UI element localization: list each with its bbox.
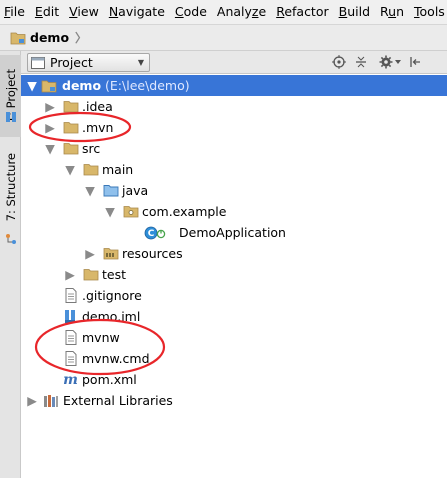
text-file-icon <box>62 287 79 304</box>
collapse-all-icon[interactable] <box>353 54 369 70</box>
menu-navigate[interactable]: Navigate <box>104 0 170 24</box>
folder-icon <box>82 266 99 283</box>
collapsed-arrow-icon[interactable]: ▶ <box>44 117 56 138</box>
breadcrumb-project[interactable]: demo 〉 <box>10 29 87 46</box>
expanded-arrow-icon[interactable]: ▼ <box>84 180 96 201</box>
project-tab-icon <box>0 107 21 127</box>
tree-item-label: DemoApplication <box>179 225 286 240</box>
tree-item-idea[interactable]: ▶ .idea <box>21 96 447 117</box>
tree-item-gitignore[interactable]: .gitignore <box>21 285 447 306</box>
project-tree: ▼ demo (E:\lee\demo) ▶ .idea ▶ .mvn ▼ sr… <box>21 74 447 478</box>
project-name: demo <box>62 78 102 93</box>
tree-item-label: pom.xml <box>82 372 137 387</box>
project-path: (E:\lee\demo) <box>101 78 190 93</box>
gear-dropdown-icon[interactable] <box>393 54 403 70</box>
folder-icon <box>82 161 99 178</box>
project-view-icon <box>31 56 45 69</box>
expanded-arrow-icon[interactable]: ▼ <box>44 138 56 159</box>
tree-item-label: .idea <box>82 99 113 114</box>
tree-item-mvnw-cmd[interactable]: mvnw.cmd <box>21 348 447 369</box>
chevron-right-icon: 〉 <box>75 31 88 45</box>
tree-item-label: .mvn <box>82 120 114 135</box>
tree-item-main[interactable]: ▼ main <box>21 159 447 180</box>
navigation-bar: demo 〉 <box>0 24 447 51</box>
tree-item-external-libraries[interactable]: ▶ External Libraries <box>21 390 447 411</box>
menu-view[interactable]: View <box>64 0 104 24</box>
structure-tab-icon <box>0 229 21 249</box>
libraries-icon <box>42 392 59 409</box>
collapsed-arrow-icon[interactable]: ▶ <box>44 96 56 117</box>
tree-item-label: External Libraries <box>63 393 173 408</box>
tree-item-resources[interactable]: ▶ resources <box>21 243 447 264</box>
tree-item-label: java <box>122 183 149 198</box>
tree-item-src[interactable]: ▼ src <box>21 138 447 159</box>
menu-run[interactable]: Run <box>375 0 409 24</box>
tree-item-label: mvnw.cmd <box>82 351 150 366</box>
tab-structure[interactable]: 7: Structure <box>0 143 21 231</box>
tree-item-label: main <box>102 162 134 177</box>
view-mode-select[interactable]: Project ▼ <box>27 53 150 72</box>
expanded-arrow-icon[interactable]: ▼ <box>64 159 76 180</box>
breadcrumb-label: demo <box>30 30 70 45</box>
tree-item-java[interactable]: ▼ java <box>21 180 447 201</box>
menu-edit[interactable]: Edit <box>30 0 64 24</box>
tree-item-label: test <box>102 267 127 282</box>
maven-icon: m <box>63 371 78 388</box>
collapsed-arrow-icon[interactable]: ▶ <box>84 243 96 264</box>
tree-item-mvnw[interactable]: mvnw <box>21 327 447 348</box>
tree-item-label: mvnw <box>82 330 120 345</box>
menu-code[interactable]: Code <box>170 0 212 24</box>
folder-icon <box>10 31 26 45</box>
tree-item-label: src <box>82 141 101 156</box>
menu-build[interactable]: Build <box>334 0 375 24</box>
tree-item-demo-iml[interactable]: demo.iml <box>21 306 447 327</box>
folder-icon <box>62 140 79 157</box>
folder-icon <box>62 98 79 115</box>
tree-item-pom-xml[interactable]: m pom.xml <box>21 369 447 390</box>
hide-panel-icon[interactable] <box>407 54 423 70</box>
tree-item-mvn[interactable]: ▶ .mvn <box>21 117 447 138</box>
tree-item-label: demo (E:\lee\demo) <box>62 75 190 96</box>
spring-boot-class-icon: C <box>144 224 166 241</box>
tree-item-label: demo.iml <box>82 309 141 324</box>
view-mode-label: Project <box>50 55 93 70</box>
tree-item-demo[interactable]: ▼ demo (E:\lee\demo) <box>21 75 447 96</box>
tree-item-label: .gitignore <box>82 288 142 303</box>
source-folder-icon <box>102 182 119 199</box>
tool-window-strip: 1: Project 7: Structure <box>0 51 21 478</box>
tree-item-test[interactable]: ▶ test <box>21 264 447 285</box>
menu-analyze[interactable]: Analyze <box>212 0 271 24</box>
menu-file[interactable]: File <box>0 0 30 24</box>
resources-folder-icon <box>102 245 119 262</box>
collapsed-arrow-icon[interactable]: ▶ <box>26 390 38 411</box>
gear-icon[interactable] <box>378 54 394 70</box>
tree-item-com-example[interactable]: ▼ com.example <box>21 201 447 222</box>
text-file-icon <box>62 329 79 346</box>
iml-file-icon <box>62 308 79 325</box>
scroll-from-source-icon[interactable] <box>331 54 347 70</box>
text-file-icon <box>62 350 79 367</box>
folder-icon <box>62 119 79 136</box>
expanded-arrow-icon[interactable]: ▼ <box>26 75 38 96</box>
package-icon <box>122 203 139 220</box>
tree-item-label: resources <box>122 246 183 261</box>
project-panel-header: Project ▼ <box>21 51 447 74</box>
menu-refactor[interactable]: Refactor <box>271 0 333 24</box>
module-folder-icon <box>40 77 57 94</box>
menu-bar: File Edit View Navigate Code Analyze Ref… <box>0 0 447 24</box>
expanded-arrow-icon[interactable]: ▼ <box>104 201 116 222</box>
svg-text:C: C <box>148 229 155 239</box>
menu-tools[interactable]: Tools <box>409 0 447 24</box>
tree-item-demo-application[interactable]: C DemoApplication <box>21 222 447 243</box>
collapsed-arrow-icon[interactable]: ▶ <box>64 264 76 285</box>
tree-item-label: com.example <box>142 204 227 219</box>
tab-structure-label: 7: Structure <box>3 152 18 222</box>
dropdown-arrow-icon: ▼ <box>137 58 144 67</box>
